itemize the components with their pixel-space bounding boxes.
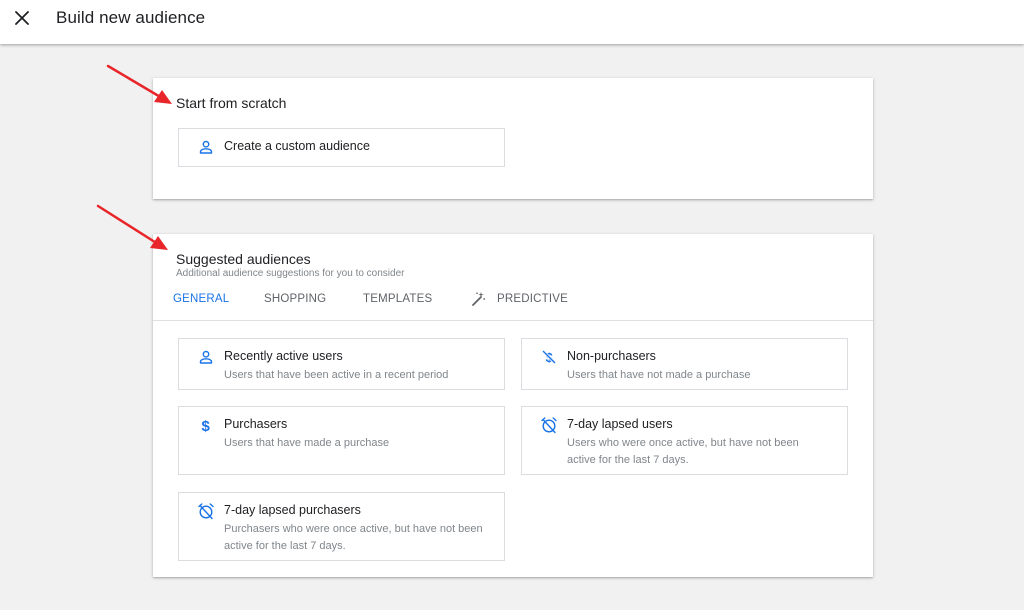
person-icon	[196, 137, 216, 157]
tab-shopping[interactable]: SHOPPING	[264, 293, 326, 305]
option-title: Recently active users	[224, 349, 343, 363]
page-title: Build new audience	[56, 8, 206, 27]
option-title: Purchasers	[224, 417, 288, 431]
option-title: 7-day lapsed purchasers	[224, 503, 361, 517]
option-description: Users that have been active in a recent …	[224, 369, 449, 381]
option-recently-active-users[interactable]: Recently active users Users that have be…	[178, 338, 505, 390]
start-from-scratch-card: Start from scratch Create a custom audie…	[153, 78, 873, 199]
tab-predictive[interactable]: PREDICTIVE	[497, 293, 568, 305]
start-from-scratch-title: Start from scratch	[176, 95, 287, 111]
option-purchasers[interactable]: $ Purchasers Users that have made a purc…	[178, 406, 505, 475]
person-icon	[196, 347, 216, 367]
suggested-audiences-title: Suggested audiences	[176, 251, 311, 267]
suggested-audiences-subtitle: Additional audience suggestions for you …	[176, 268, 405, 279]
audience-tabs: GENERAL SHOPPING TEMPLATES PREDICTIVE	[153, 290, 873, 321]
tab-general[interactable]: GENERAL	[173, 293, 229, 305]
option-title: 7-day lapsed users	[567, 417, 673, 431]
svg-text:$: $	[202, 418, 211, 433]
magic-wand-icon	[472, 292, 486, 306]
option-title: Non-purchasers	[567, 349, 656, 363]
close-icon	[15, 11, 29, 25]
dollar-icon: $	[196, 415, 216, 435]
option-non-purchasers[interactable]: $ Non-purchasers Users that have not mad…	[521, 338, 848, 390]
option-description: Users that have not made a purchase	[567, 369, 751, 381]
alarm-off-icon	[196, 501, 216, 521]
option-description: Purchasers who were once active, but hav…	[224, 523, 483, 552]
suggested-audiences-card: Suggested audiences Additional audience …	[153, 234, 873, 577]
top-bar: Build new audience	[0, 0, 1024, 44]
alarm-off-icon	[539, 415, 559, 435]
tab-templates[interactable]: TEMPLATES	[363, 293, 432, 305]
annotation-arrow-suggested	[96, 204, 168, 250]
annotation-arrow-scratch	[106, 64, 172, 104]
close-button[interactable]	[8, 4, 36, 32]
no-dollar-icon: $	[539, 347, 559, 367]
option-7-day-lapsed-purchasers[interactable]: 7-day lapsed purchasers Purchasers who w…	[178, 492, 505, 561]
create-custom-audience-button[interactable]: Create a custom audience	[178, 128, 505, 167]
option-description: Users who were once active, but have not…	[567, 437, 799, 466]
option-7-day-lapsed-users[interactable]: 7-day lapsed users Users who were once a…	[521, 406, 848, 475]
option-description: Users that have made a purchase	[224, 437, 390, 449]
create-custom-audience-label: Create a custom audience	[224, 139, 370, 153]
